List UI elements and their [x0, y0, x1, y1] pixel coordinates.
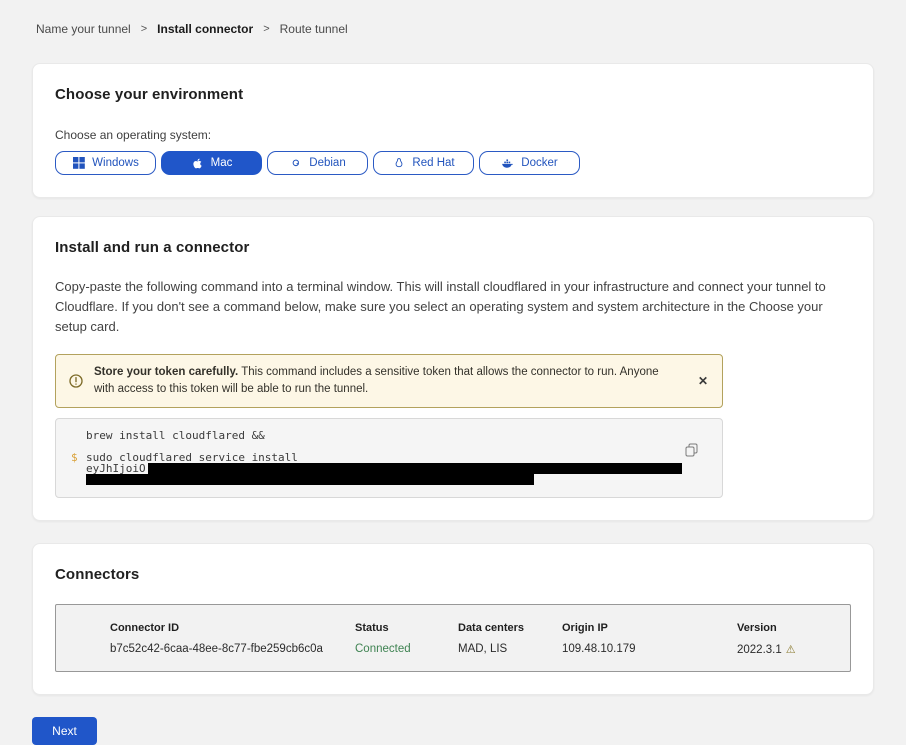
- version-warning-icon: ⚠: [786, 644, 796, 656]
- os-button-docker[interactable]: Docker: [479, 151, 580, 175]
- redaction-bar: [148, 463, 682, 474]
- token-warning-text: Store your token carefully. This command…: [94, 364, 672, 398]
- debian-logo-icon: [289, 157, 302, 170]
- breadcrumb-step-install-connector[interactable]: Install connector: [157, 22, 253, 36]
- token-warning-title: Store your token carefully.: [94, 366, 238, 378]
- os-button-label: Red Hat: [412, 157, 454, 169]
- column-header-connector-id: Connector ID: [110, 622, 355, 634]
- os-button-mac[interactable]: Mac: [161, 151, 262, 175]
- os-button-redhat[interactable]: Red Hat: [373, 151, 474, 175]
- code-line-brew-install: brew install cloudflared &&: [86, 430, 676, 441]
- install-card-title: Install and run a connector: [55, 239, 851, 256]
- apple-logo-icon: [191, 157, 204, 170]
- status-badge: Connected: [355, 643, 458, 656]
- version-value: 2022.3.1⚠: [737, 643, 840, 656]
- column-header-status: Status: [355, 622, 458, 634]
- install-command-codeblock: $ brew install cloudflared && sudo cloud…: [55, 418, 723, 498]
- column-header-version: Version: [737, 622, 840, 634]
- breadcrumb-separator: >: [263, 23, 269, 35]
- os-button-label: Mac: [211, 157, 233, 169]
- install-instructions-text: Copy-paste the following command into a …: [55, 277, 851, 337]
- origin-ip-value: 109.48.10.179: [562, 643, 737, 656]
- column-header-data-centers: Data centers: [458, 622, 562, 634]
- os-button-row: Windows Mac Debian Red Hat Docker: [55, 151, 851, 175]
- code-line-token: eyJhIjoiO: [86, 463, 676, 474]
- alert-circle-icon: [68, 373, 84, 389]
- token-warning-banner: Store your token carefully. This command…: [55, 354, 723, 408]
- connectors-card: Connectors Connector ID Status Data cent…: [32, 543, 874, 695]
- redhat-logo-icon: [392, 157, 405, 170]
- breadcrumb: Name your tunnel > Install connector > R…: [0, 0, 906, 36]
- connectors-table: Connector ID Status Data centers Origin …: [55, 604, 851, 672]
- os-select-label: Choose an operating system:: [55, 128, 851, 142]
- redaction-bar: [86, 474, 534, 485]
- connector-id-value: b7c52c42-6caa-48ee-8c77-fbe259cb6c0a: [110, 643, 355, 656]
- environment-card-title: Choose your environment: [55, 86, 851, 103]
- code-line-service-install: sudo cloudflared service install: [86, 452, 676, 463]
- close-icon[interactable]: ✕: [696, 373, 710, 389]
- next-button[interactable]: Next: [32, 717, 97, 745]
- os-button-debian[interactable]: Debian: [267, 151, 368, 175]
- breadcrumb-step-route-tunnel[interactable]: Route tunnel: [280, 22, 348, 36]
- docker-logo-icon: [501, 157, 514, 170]
- os-button-label: Docker: [521, 157, 557, 169]
- column-header-origin-ip: Origin IP: [562, 622, 737, 634]
- os-button-label: Windows: [92, 157, 139, 169]
- code-line-token-continued: [86, 474, 676, 485]
- breadcrumb-step-name-your-tunnel[interactable]: Name your tunnel: [36, 22, 131, 36]
- os-button-label: Debian: [309, 157, 345, 169]
- os-button-windows[interactable]: Windows: [55, 151, 156, 175]
- install-connector-card: Install and run a connector Copy-paste t…: [32, 216, 874, 521]
- windows-logo-icon: [72, 157, 85, 170]
- choose-environment-card: Choose your environment Choose an operat…: [32, 63, 874, 198]
- copy-icon[interactable]: [685, 443, 698, 460]
- data-centers-value: MAD, LIS: [458, 643, 562, 656]
- shell-prompt: $: [71, 452, 78, 463]
- connectors-card-title: Connectors: [55, 566, 851, 583]
- breadcrumb-separator: >: [141, 23, 147, 35]
